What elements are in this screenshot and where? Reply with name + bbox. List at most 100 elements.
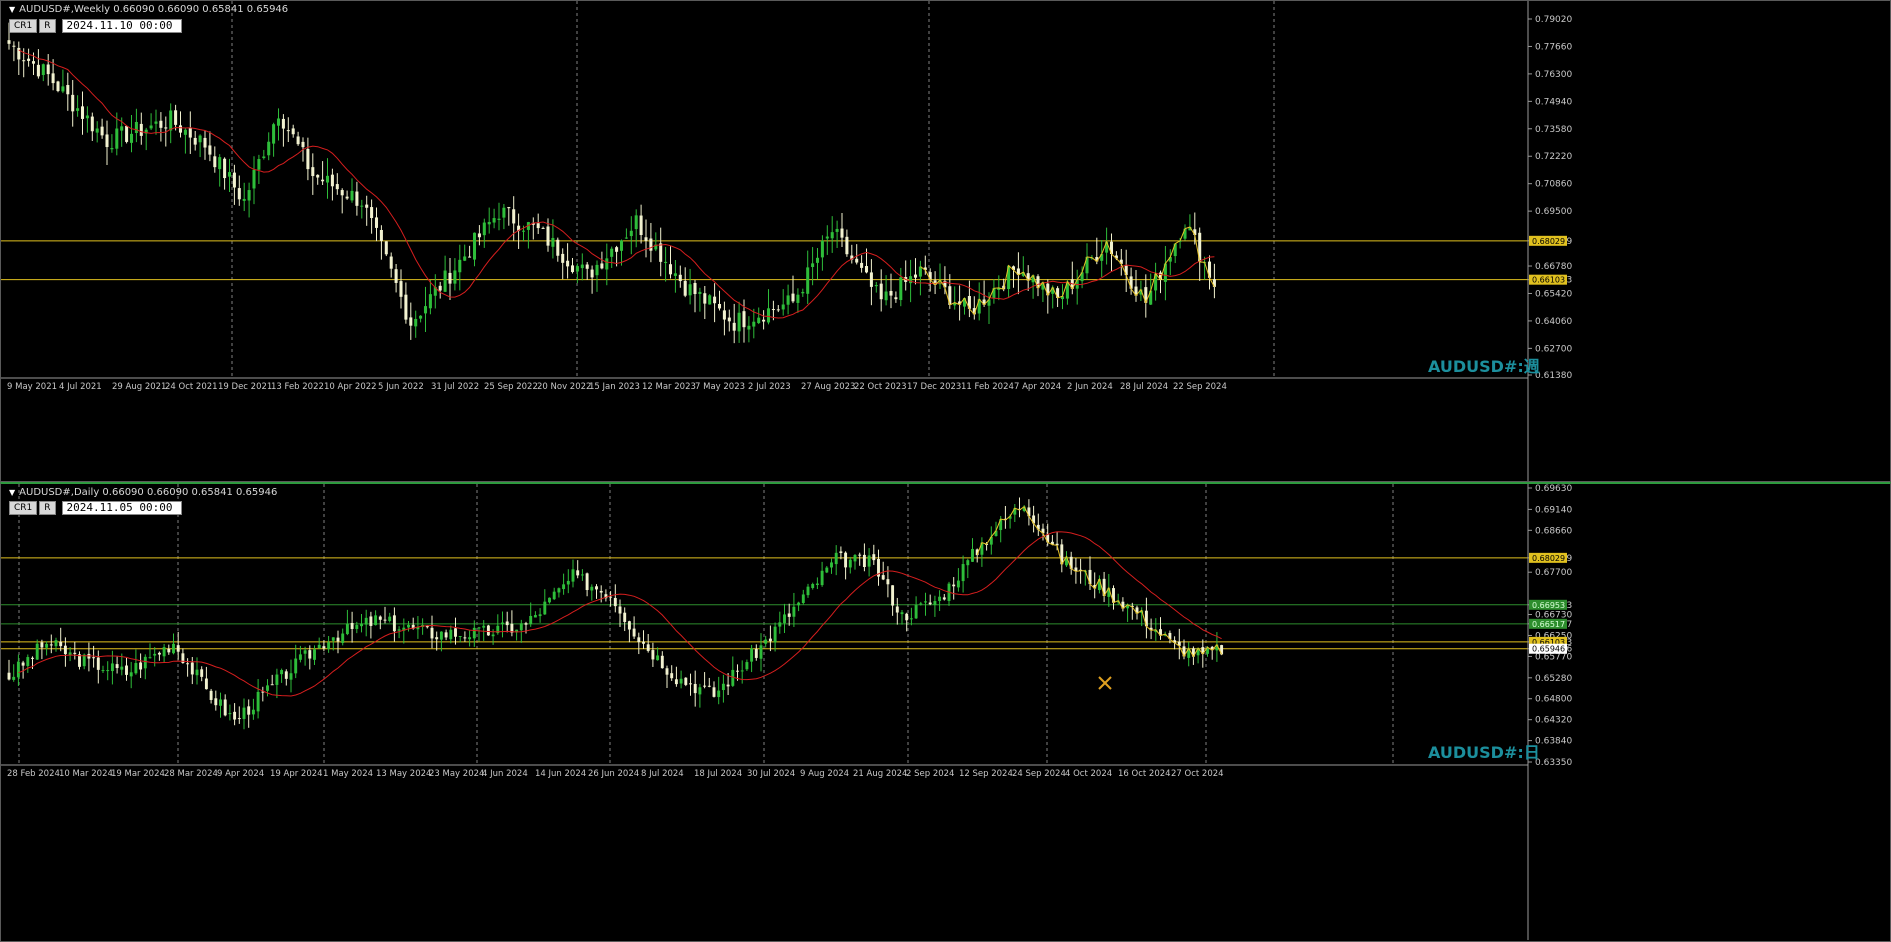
- daily-candle-body: [966, 560, 970, 566]
- daily-candle-body: [228, 713, 232, 715]
- daily-candle-body: [256, 691, 260, 712]
- weekly-candle-body: [61, 86, 65, 92]
- daily-date-input[interactable]: 2024.11.05 00:00: [61, 501, 182, 515]
- daily-candle-body: [914, 605, 918, 619]
- weekly-candle-body: [379, 229, 383, 241]
- daily-time-axis: 28 Feb 2024 10 Mar 202419 Mar 2024 28 Mar …: [1, 764, 1528, 779]
- weekly-candle-body: [806, 267, 810, 294]
- daily-chart-pane[interactable]: 0.69630 0.69140 0.68660 0.68029 0.67700 0.669…: [0, 482, 1891, 942]
- daily-time-label: 28 Feb 2024: [7, 769, 60, 779]
- daily-candle-body: [684, 677, 688, 685]
- crosshair-tool-icon[interactable]: [1098, 676, 1112, 690]
- weekly-candle-body: [213, 156, 217, 168]
- daily-candle-body: [599, 590, 603, 593]
- weekly-candle-body: [551, 237, 555, 247]
- r-button[interactable]: R: [39, 501, 56, 515]
- daily-time-label: 9 Aug 2024: [800, 769, 849, 779]
- weekly-candle-body: [257, 159, 261, 170]
- daily-candle-body: [543, 601, 547, 615]
- weekly-candle-body: [232, 172, 236, 188]
- weekly-candle-body: [169, 110, 173, 131]
- weekly-candle-body: [605, 258, 609, 270]
- weekly-candle-body: [139, 123, 143, 136]
- weekly-candle-body: [448, 272, 452, 284]
- daily-candle-body: [369, 616, 373, 626]
- daily-price-tick-label: 0.63840: [1535, 737, 1572, 747]
- weekly-candle-body: [227, 172, 232, 177]
- weekly-candle-body: [12, 45, 16, 47]
- daily-candle-body: [157, 652, 161, 655]
- weekly-chart-pane[interactable]: 0.79020 0.77660 0.76300 0.74940 0.73580 0.722…: [0, 0, 1891, 482]
- daily-candle-body: [783, 614, 786, 624]
- weekly-chart-canvas[interactable]: 0.79020 0.77660 0.76300 0.74940 0.73580 0.722…: [1, 1, 1890, 481]
- weekly-candle-body: [556, 239, 560, 256]
- weekly-candle-body: [355, 191, 359, 206]
- cr1-button[interactable]: CR1: [9, 19, 38, 33]
- weekly-time-label: 25 Sep 2022: [484, 382, 538, 392]
- daily-candle-body: [472, 627, 476, 639]
- weekly-candle-body: [22, 60, 26, 62]
- weekly-candle-body: [458, 259, 462, 273]
- weekly-candle-body: [321, 179, 325, 182]
- daily-candle-body: [740, 670, 744, 672]
- daily-candle-body: [924, 601, 927, 603]
- r-button[interactable]: R: [39, 19, 56, 33]
- daily-candle-body: [63, 645, 67, 655]
- weekly-date-input[interactable]: 2024.11.10 00:00: [61, 19, 182, 33]
- weekly-candle-body: [340, 190, 344, 196]
- daily-candle-body: [590, 586, 594, 591]
- weekly-candle-body: [678, 274, 682, 282]
- weekly-candle-body: [286, 130, 290, 132]
- weekly-time-label: 13 Feb 2022: [271, 382, 324, 392]
- daily-candle-body: [200, 669, 204, 677]
- daily-candle-body: [360, 623, 363, 627]
- weekly-candle-body: [178, 125, 183, 133]
- daily-candle-body: [125, 665, 128, 675]
- daily-symbol-header[interactable]: ▼ AUDUSD#,Daily 0.66090 0.66090 0.65841 0…: [9, 487, 277, 498]
- weekly-candle-body: [276, 118, 281, 126]
- daily-candle-body: [110, 663, 114, 672]
- weekly-time-label: 12 Mar 2023: [642, 382, 696, 392]
- daily-candle-body: [73, 652, 77, 654]
- weekly-candle-body: [453, 270, 457, 284]
- weekly-candle-body: [428, 294, 432, 309]
- weekly-price-tick-label: 0.74940: [1535, 97, 1572, 107]
- weekly-candle-body: [301, 141, 305, 148]
- cr1-button[interactable]: CR1: [9, 501, 38, 515]
- daily-candle-body: [153, 653, 157, 656]
- daily-time-label: 9 Apr 2024: [217, 769, 264, 779]
- daily-level-label: 0.66953: [1532, 601, 1565, 610]
- daily-candle-body: [745, 662, 749, 670]
- weekly-time-label: 28 Jul 2024: [1120, 382, 1168, 392]
- daily-chart-canvas[interactable]: 0.69630 0.69140 0.68660 0.68029 0.67700 0.669…: [1, 484, 1890, 940]
- collapse-triangle-icon[interactable]: ▼: [9, 488, 15, 497]
- weekly-candle-body: [193, 137, 197, 145]
- weekly-candle-body: [149, 125, 153, 129]
- weekly-symbol-header[interactable]: ▼ AUDUSD#,Weekly 0.66090 0.66090 0.65841 …: [9, 4, 288, 15]
- daily-candle-body: [524, 623, 528, 625]
- daily-candle-body: [463, 637, 467, 639]
- daily-time-label: 23 May 2024: [429, 769, 484, 779]
- weekly-price-tick-label: 0.73580: [1535, 125, 1572, 135]
- weekly-candle-body: [414, 318, 418, 327]
- weekly-candle-body: [889, 290, 893, 296]
- weekly-candle-body: [443, 270, 447, 292]
- collapse-triangle-icon[interactable]: ▼: [9, 5, 15, 14]
- daily-candle-body: [270, 684, 274, 686]
- weekly-price-tick-label: 0.72220: [1535, 152, 1572, 162]
- daily-candle-body: [444, 632, 448, 638]
- weekly-header-text: AUDUSD#,Weekly 0.66090 0.66090 0.65841 0…: [19, 4, 289, 15]
- daily-candle-body: [585, 573, 589, 591]
- weekly-price-tick-label: 0.62700: [1535, 344, 1572, 354]
- weekly-candle-body: [120, 126, 124, 131]
- weekly-candle-body: [198, 135, 202, 143]
- weekly-candle-body: [683, 280, 687, 296]
- daily-candle-body: [167, 648, 171, 653]
- weekly-candle-body: [389, 256, 393, 269]
- daily-candle-body: [59, 641, 63, 647]
- daily-candle-body: [54, 640, 58, 647]
- daily-candle-body: [538, 614, 542, 617]
- weekly-candle-body: [610, 248, 614, 257]
- daily-candle-body: [341, 633, 345, 643]
- weekly-candle-body: [31, 61, 36, 64]
